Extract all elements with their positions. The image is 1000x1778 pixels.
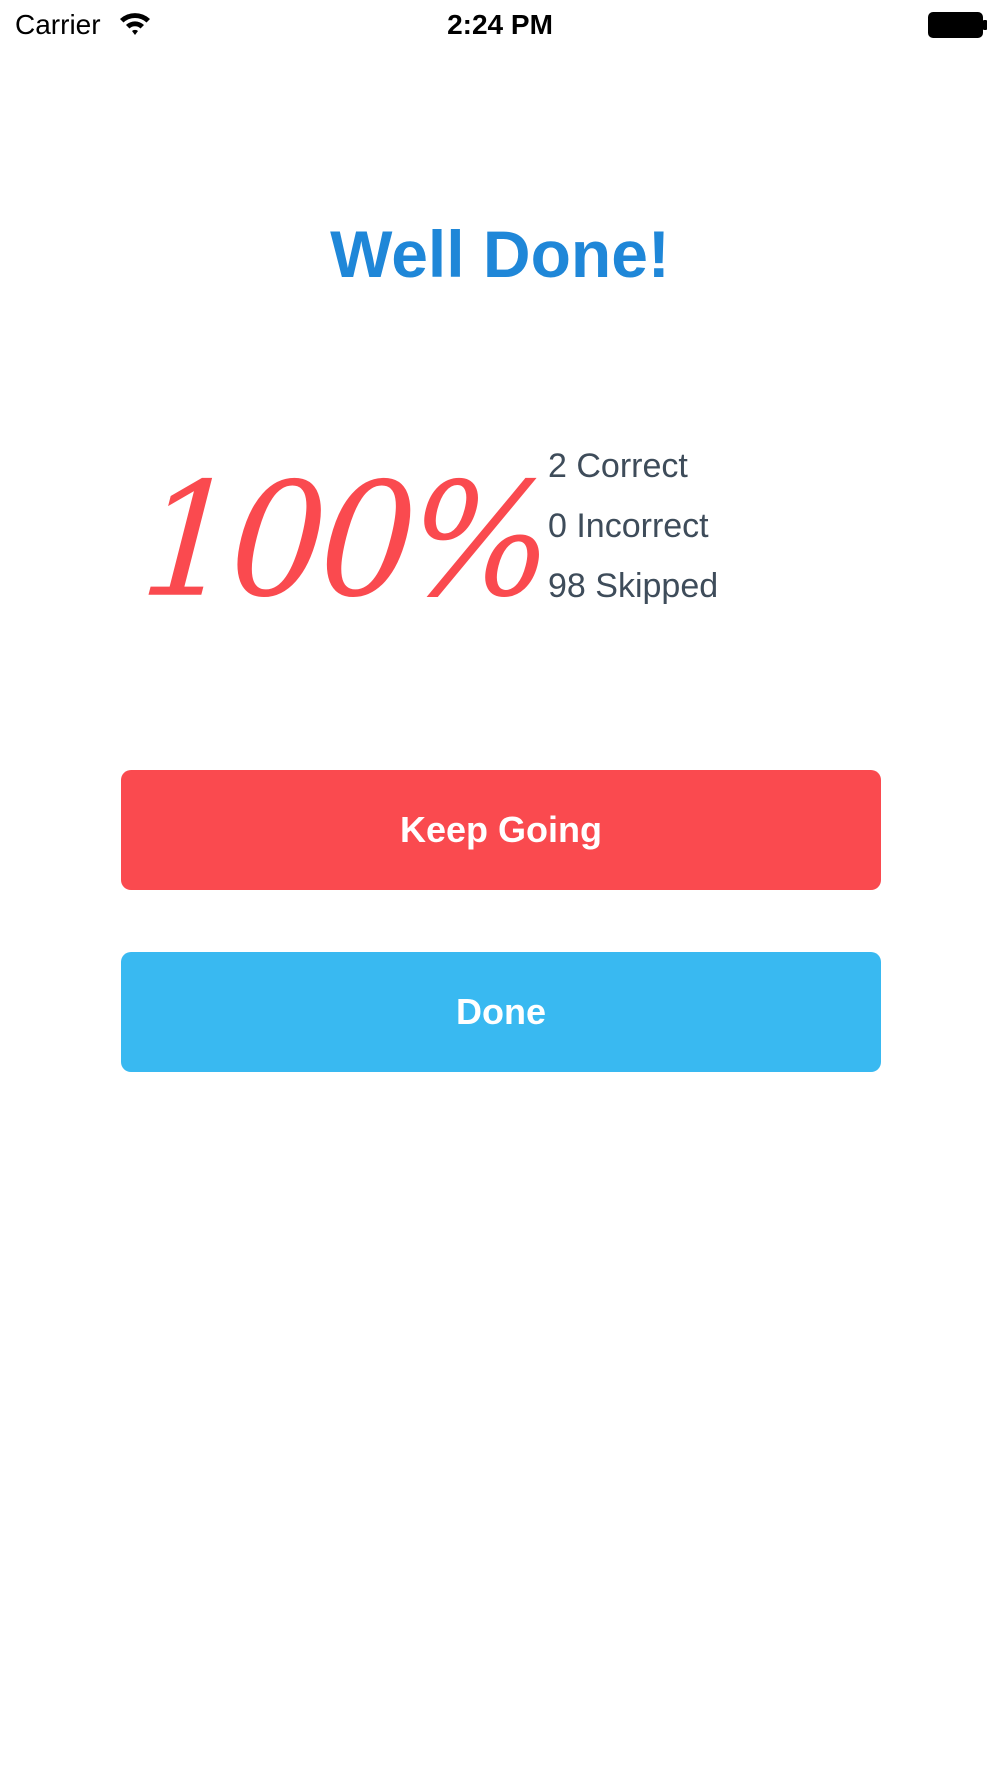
- skipped-count: 98 Skipped: [548, 567, 719, 605]
- result-title: Well Done!: [330, 217, 670, 291]
- score-percentage: 100%: [135, 449, 553, 633]
- battery-icon: [928, 12, 987, 38]
- correct-count: 2 Correct: [548, 447, 688, 485]
- incorrect-count: 0 Incorrect: [548, 507, 709, 545]
- status-time: 2:24 PM: [447, 9, 553, 40]
- score-breakdown: 2 Correct 0 Incorrect 98 Skipped: [548, 440, 718, 620]
- keep-going-button[interactable]: Keep Going: [121, 770, 881, 890]
- status-bar: Carrier 2:24 PM: [0, 0, 1000, 50]
- done-button[interactable]: Done: [121, 952, 881, 1072]
